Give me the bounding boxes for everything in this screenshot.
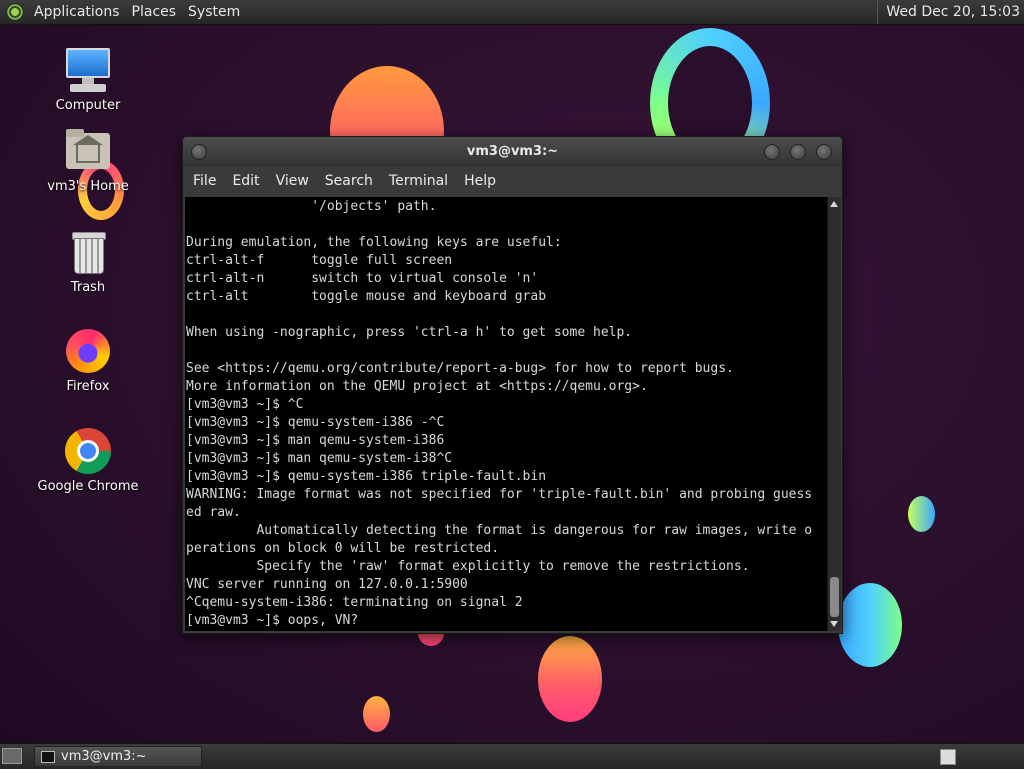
- menu-applications[interactable]: Applications: [28, 4, 126, 20]
- desktop-icon-home[interactable]: vm3's Home: [33, 127, 143, 194]
- window-titlebar[interactable]: vm3@vm3:~: [183, 137, 842, 167]
- menu-places[interactable]: Places: [126, 4, 183, 20]
- desktop-icon-firefox[interactable]: Firefox: [33, 327, 143, 394]
- wallpaper-shape: [363, 696, 390, 732]
- menu-file[interactable]: File: [187, 173, 222, 189]
- terminal-line: [vm3@vm3 ~]$ man qemu-system-i386: [186, 433, 445, 448]
- gnome-foot-icon[interactable]: [6, 3, 24, 21]
- chrome-icon: [64, 427, 112, 475]
- terminal-line: More information on the QEMU project at …: [186, 379, 648, 394]
- top-panel: Applications Places System Wed Dec 20, 1…: [0, 0, 1024, 25]
- firefox-icon: [64, 327, 112, 375]
- menu-system[interactable]: System: [182, 4, 246, 20]
- top-menu: Applications Places System: [28, 0, 246, 24]
- terminal-line: [vm3@vm3 ~]$ man qemu-system-i38^C: [186, 451, 453, 466]
- terminal-line: [vm3@vm3 ~]$ ^C: [186, 397, 304, 412]
- terminal-output[interactable]: '/objects' path. During emulation, the f…: [185, 197, 827, 631]
- menu-edit[interactable]: Edit: [226, 173, 265, 189]
- terminal-line: [vm3@vm3 ~]$ oops, VN?: [186, 613, 359, 628]
- workspace-switcher[interactable]: [940, 749, 956, 765]
- desktop-icon-label: Firefox: [66, 379, 110, 394]
- terminal-line: [vm3@vm3 ~]$ qemu-system-i386 triple-fau…: [186, 469, 547, 484]
- desktop-icon-label: Computer: [55, 98, 121, 113]
- terminal-line: During emulation, the following keys are…: [186, 235, 562, 250]
- desktop-icon-computer[interactable]: Computer: [33, 46, 143, 113]
- menu-view[interactable]: View: [270, 173, 315, 189]
- desktop-icon-label: vm3's Home: [47, 179, 129, 194]
- bottom-panel: vm3@vm3:~: [0, 743, 1024, 769]
- close-button[interactable]: [816, 144, 832, 160]
- terminal-line: ctrl-alt-f toggle full screen: [186, 253, 453, 268]
- computer-icon: [64, 46, 112, 94]
- taskbar-item-terminal[interactable]: vm3@vm3:~: [34, 746, 202, 767]
- desktop-icon-trash[interactable]: Trash: [33, 228, 143, 295]
- terminal-line: Automatically detecting the format is da…: [186, 523, 813, 538]
- wallpaper-shape: [538, 636, 602, 722]
- terminal-line: [vm3@vm3 ~]$ qemu-system-i386 -^C: [186, 415, 445, 430]
- terminal-line: See <https://qemu.org/contribute/report-…: [186, 361, 734, 376]
- terminal-scrollbar[interactable]: [827, 197, 841, 631]
- trash-icon: [64, 228, 112, 276]
- terminal-line: perations on block 0 will be restricted.: [186, 541, 500, 556]
- terminal-line: WARNING: Image format was not specified …: [186, 487, 813, 502]
- maximize-button[interactable]: [790, 144, 806, 160]
- desktop-icon-chrome[interactable]: Google Chrome: [33, 427, 143, 494]
- terminal-line: ^Cqemu-system-i386: terminating on signa…: [186, 595, 523, 610]
- menu-help[interactable]: Help: [458, 173, 502, 189]
- terminal-menubar: File Edit View Search Terminal Help: [183, 167, 842, 195]
- home-folder-icon: [64, 127, 112, 175]
- terminal-icon: [41, 750, 55, 763]
- terminal-line: VNC server running on 127.0.0.1:5900: [186, 577, 468, 592]
- wallpaper-shape: [908, 496, 935, 532]
- terminal-window[interactable]: vm3@vm3:~ File Edit View Search Terminal…: [182, 136, 843, 634]
- scrollbar-thumb[interactable]: [830, 577, 839, 617]
- terminal-line: When using -nographic, press 'ctrl-a h' …: [186, 325, 633, 340]
- scroll-down-arrow-icon[interactable]: [830, 621, 838, 627]
- wallpaper-shape: [838, 583, 902, 667]
- show-desktop-icon[interactable]: [2, 748, 22, 764]
- terminal-text: '/objects' path. During emulation, the f…: [185, 197, 827, 630]
- desktop-icon-label: Google Chrome: [37, 479, 139, 494]
- taskbar-item-label: vm3@vm3:~: [61, 749, 147, 764]
- menu-search[interactable]: Search: [319, 173, 379, 189]
- terminal-line: ctrl-alt toggle mouse and keyboard grab: [186, 289, 547, 304]
- window-title: vm3@vm3:~: [466, 144, 559, 159]
- clock[interactable]: Wed Dec 20, 15:03: [877, 0, 1024, 24]
- desktop-icon-label: Trash: [70, 280, 106, 295]
- menu-terminal[interactable]: Terminal: [383, 173, 454, 189]
- terminal-line: ed raw.: [186, 505, 241, 520]
- terminal-line: '/objects' path.: [186, 199, 437, 214]
- terminal-line: Specify the 'raw' format explicitly to r…: [186, 559, 750, 574]
- window-menu-button[interactable]: [191, 144, 207, 160]
- minimize-button[interactable]: [764, 144, 780, 160]
- terminal-line: ctrl-alt-n switch to virtual console 'n': [186, 271, 539, 286]
- scroll-up-arrow-icon[interactable]: [830, 201, 838, 207]
